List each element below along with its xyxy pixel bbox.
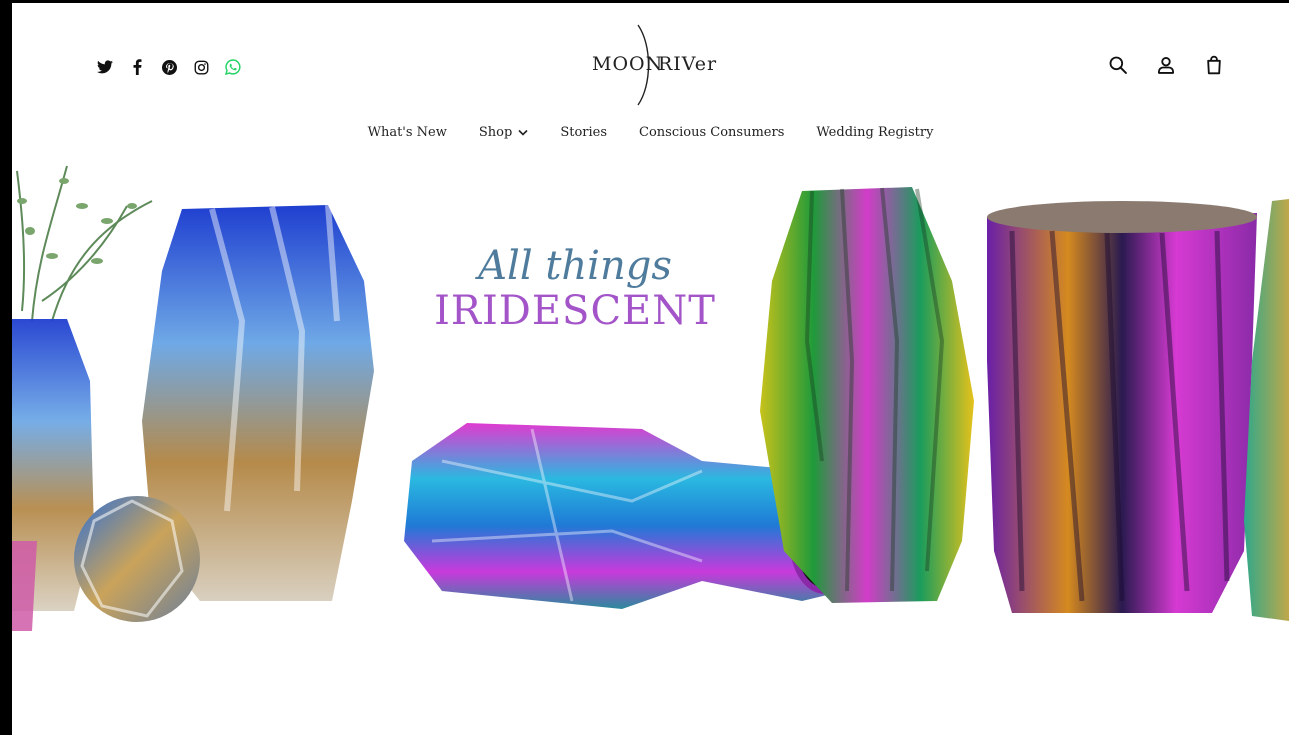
facebook-icon[interactable] (128, 58, 146, 76)
nav-label: What's New (367, 125, 447, 140)
hero-line-1: All things (478, 243, 672, 289)
plant-decoration (16, 165, 153, 322)
search-icon[interactable] (1107, 54, 1129, 76)
crescent-icon (637, 24, 650, 106)
chevron-down-icon (518, 129, 528, 136)
logo-word-river: RIVer (658, 53, 718, 75)
nav-label: Conscious Consumers (639, 125, 785, 140)
account-icon[interactable] (1155, 54, 1177, 76)
nav-item-conscious-consumers[interactable]: Conscious Consumers (639, 125, 784, 140)
nav-item-stories[interactable]: Stories (560, 125, 607, 140)
nav-label: Shop (478, 125, 513, 140)
pinterest-icon[interactable] (160, 58, 178, 76)
social-links (96, 58, 242, 76)
nav-label: Stories (560, 125, 608, 140)
hero-headline: All things IRIDESCENT (420, 243, 730, 333)
cart-icon[interactable] (1203, 54, 1225, 76)
nav-item-whats-new[interactable]: What's New (368, 125, 447, 140)
nav-item-shop[interactable]: Shop (479, 125, 528, 140)
instagram-icon[interactable] (192, 58, 210, 76)
page: MOON RIVer What's New Shop Stories Consc… (12, 3, 1289, 735)
iridescent-vases-image (12, 165, 1289, 631)
hero-line-2: IRIDESCENT (434, 288, 716, 334)
nav-label: Wedding Registry (816, 125, 934, 140)
header-tools (1107, 54, 1225, 76)
main-nav: What's New Shop Stories Conscious Consum… (12, 125, 1289, 140)
twitter-icon[interactable] (96, 58, 114, 76)
hero-banner[interactable]: All things IRIDESCENT (12, 161, 1289, 641)
whatsapp-icon[interactable] (224, 58, 242, 76)
nav-item-wedding-registry[interactable]: Wedding Registry (816, 125, 933, 140)
brand-logo[interactable]: MOON RIVer (590, 23, 716, 109)
